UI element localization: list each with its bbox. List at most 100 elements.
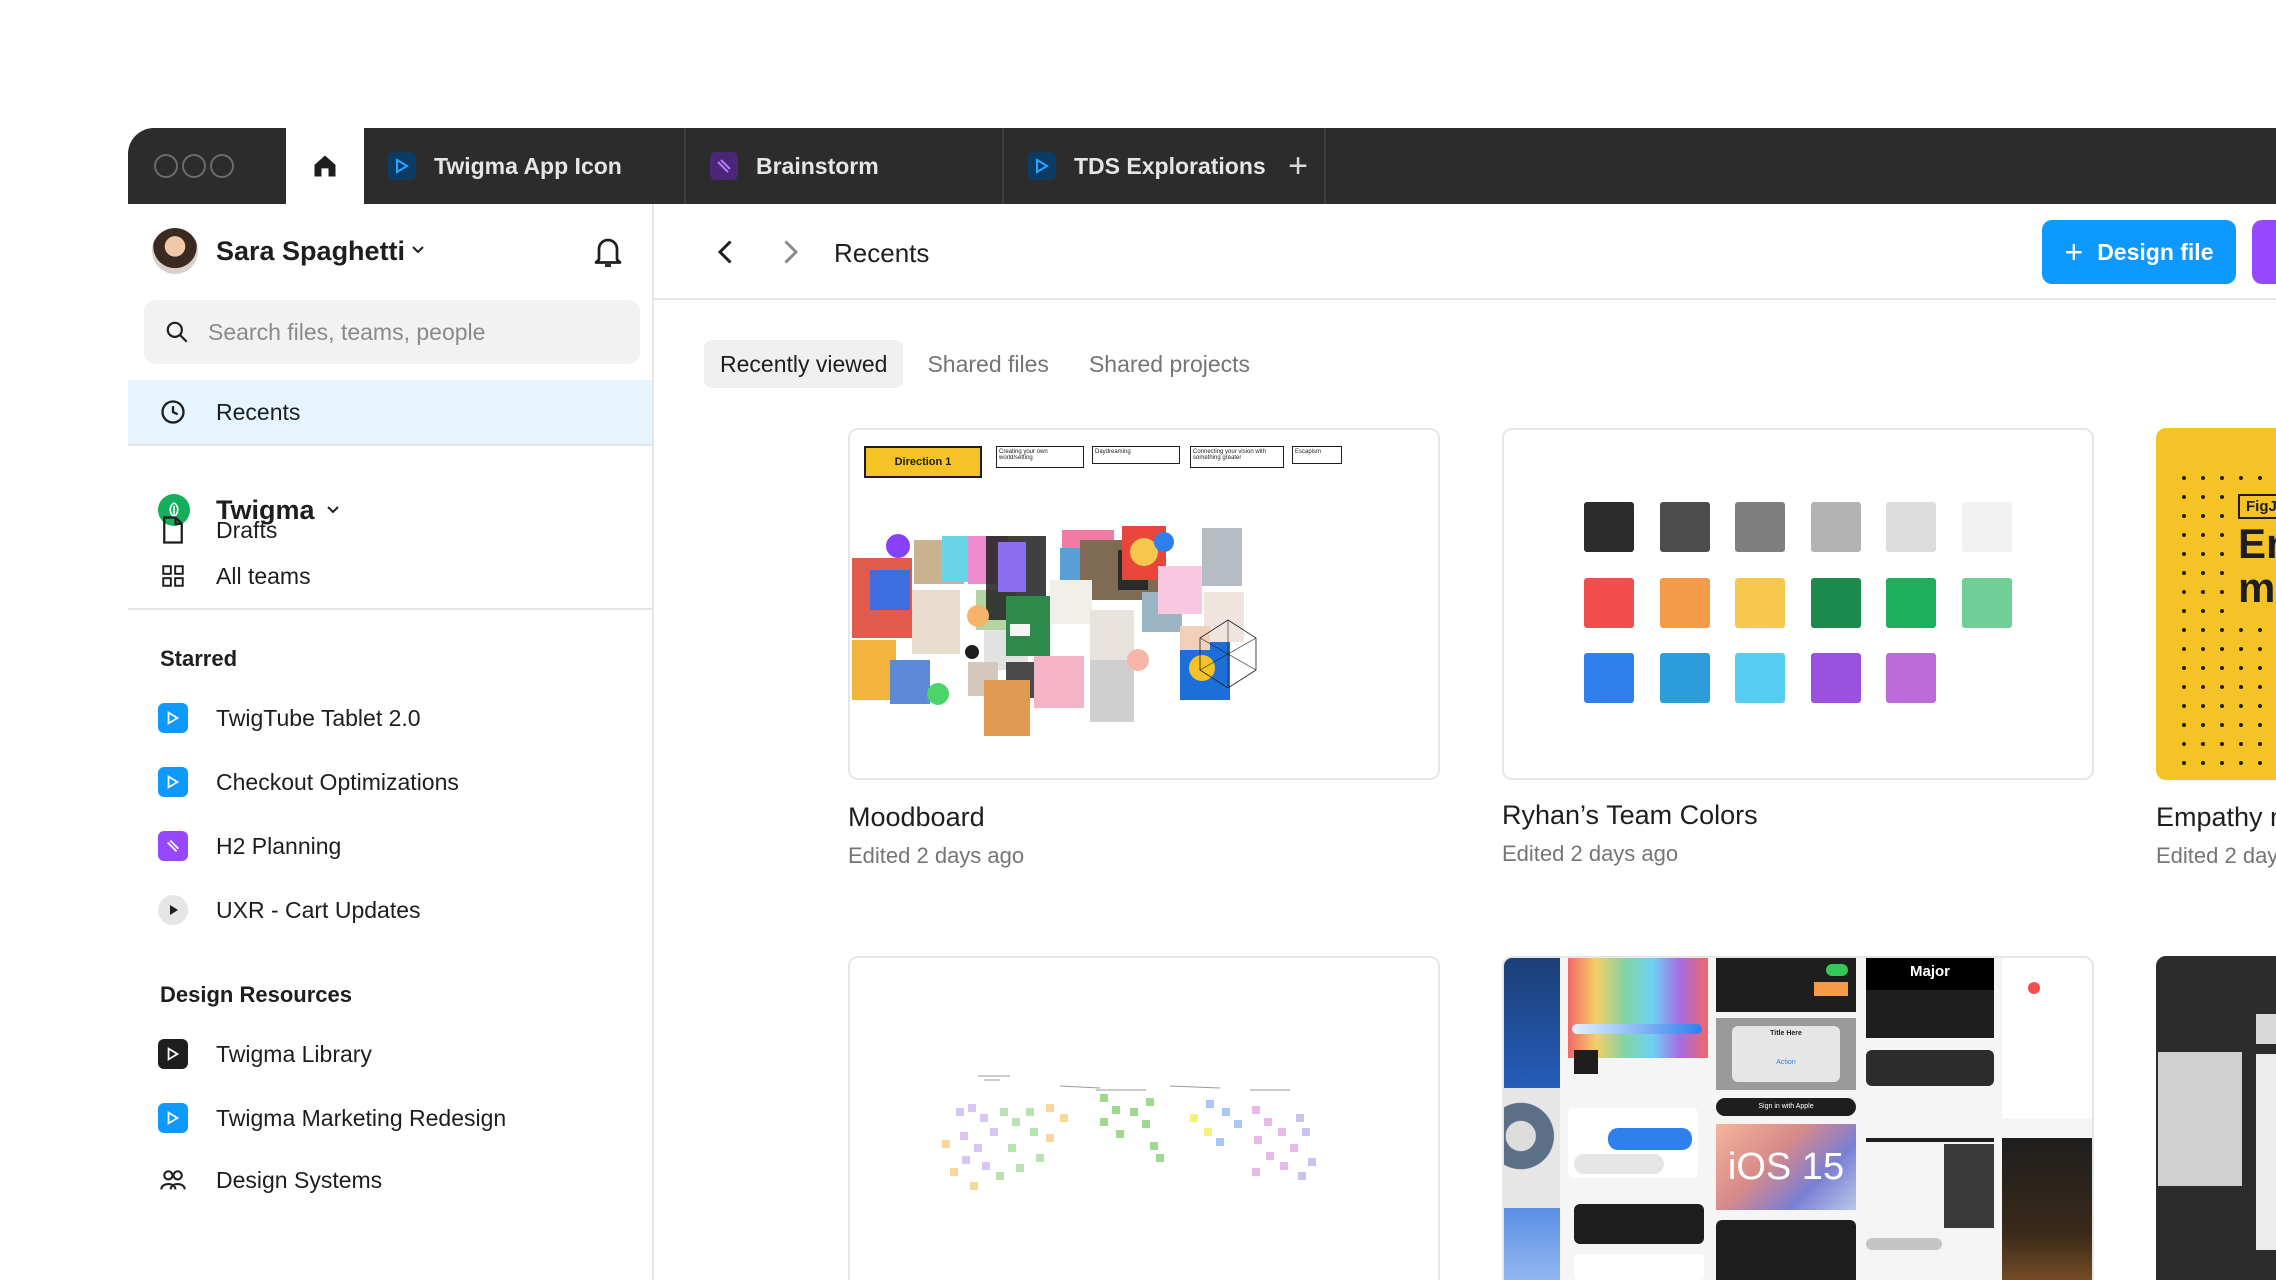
color-swatch <box>1659 502 1710 552</box>
design-resources-heading: Design Resources <box>160 982 352 1007</box>
window-minimize-button[interactable] <box>182 154 206 178</box>
file-card-wireframes[interactable] <box>2156 956 2276 1280</box>
grid-dot <box>2182 533 2186 537</box>
headline-card: Major developments. <box>1866 958 1994 990</box>
color-swatch <box>1735 502 1785 552</box>
file-card-empathy-map[interactable]: FigJam Empathy map Empathy map Edited 2 … <box>2156 428 2276 869</box>
grid-dot <box>2201 723 2205 727</box>
grid-dot <box>2220 666 2224 670</box>
file-title: Moodboard <box>848 802 985 832</box>
wireframe-frame <box>2158 1052 2242 1186</box>
chevron-down-icon[interactable] <box>408 240 428 260</box>
home-icon <box>314 155 336 177</box>
grid-dot <box>2201 609 2205 613</box>
starred-item-checkout-optimizations[interactable]: Checkout Optimizations <box>128 750 652 814</box>
message-bubble <box>1574 1154 1664 1174</box>
tab-shared-projects[interactable]: Shared projects <box>1073 340 1266 388</box>
sidebar-item-label: Recents <box>216 398 301 425</box>
grid-dot <box>2182 476 2186 480</box>
tab-brainstorm[interactable]: Brainstorm <box>686 128 1004 204</box>
alert-backdrop: Title Here Action <box>1716 1018 1856 1090</box>
file-card-team-colors[interactable]: Ryhan’s Team Colors Edited 2 days ago <box>1502 428 2094 867</box>
resource-item-design-systems[interactable]: Design Systems <box>128 1148 652 1212</box>
grid-dot <box>2239 761 2243 765</box>
color-swatch <box>1810 502 1861 552</box>
sidebar-item-all-teams[interactable]: All teams <box>128 544 652 608</box>
file-thumbnail <box>1502 428 2094 780</box>
phone-image <box>1504 1088 1560 1208</box>
back-arrow-icon[interactable] <box>708 234 744 270</box>
forward-arrow-icon[interactable] <box>772 234 808 270</box>
file-card-ios-kit[interactable]: Title Here Action Sign in with Apple iOS… <box>1502 956 2094 1280</box>
new-tab-button[interactable]: + <box>1278 146 1318 186</box>
edit-menu <box>1574 1204 1704 1244</box>
grid-dot <box>2258 628 2262 632</box>
grid-dot <box>2220 723 2224 727</box>
grid-dot <box>2201 647 2205 651</box>
design-file-icon <box>158 767 188 797</box>
sign-in-with-apple-button: Sign in with Apple <box>1716 1098 1856 1116</box>
design-file-icon <box>158 1103 188 1133</box>
grid-dot <box>2220 533 2224 537</box>
tab-home[interactable] <box>286 128 364 204</box>
starred-item-uxr-cart-updates[interactable]: UXR - Cart Updates <box>128 878 652 942</box>
search-bar[interactable] <box>144 300 640 364</box>
media-controls <box>1866 1050 1994 1086</box>
grid-dot <box>2201 590 2205 594</box>
resource-item-twigma-marketing-redesign[interactable]: Twigma Marketing Redesign <box>128 1086 652 1150</box>
grid-dot <box>2220 628 2224 632</box>
grid-dot <box>2182 609 2186 613</box>
bell-icon[interactable] <box>590 234 626 270</box>
clock-icon <box>158 397 188 427</box>
opacity-slider <box>1572 1024 1702 1034</box>
grid-dot <box>2182 704 2186 708</box>
tab-label: Brainstorm <box>756 152 879 179</box>
window-close-button[interactable] <box>154 154 178 178</box>
new-figjam-file-button[interactable] <box>2252 220 2276 284</box>
grid-dot <box>2182 761 2186 765</box>
starred-item-twigtube-tablet[interactable]: TwigTube Tablet 2.0 <box>128 686 652 750</box>
grid-dot <box>2182 647 2186 651</box>
menu-list <box>1944 1144 1994 1228</box>
library-file-icon <box>158 1039 188 1069</box>
resource-item-twigma-library[interactable]: Twigma Library <box>128 1022 652 1086</box>
grid-dot <box>2258 476 2262 480</box>
file-card-moodboard[interactable]: Direction 1 Creating your own world/sett… <box>848 428 1440 869</box>
starred-heading: Starred <box>160 646 238 671</box>
search-input[interactable] <box>208 318 608 346</box>
file-thumbnail: Direction 1 Creating your own world/sett… <box>848 428 1440 780</box>
grid-dot <box>2201 495 2205 499</box>
new-design-file-button[interactable]: + Design file <box>2042 220 2236 284</box>
resource-item-label: Twigma Marketing Redesign <box>216 1104 507 1131</box>
avatar[interactable] <box>152 228 198 274</box>
home-indicator <box>1866 1138 1994 1142</box>
figjam-file-icon <box>710 152 738 180</box>
file-card-sticky-board[interactable] <box>848 956 1440 1280</box>
tab-recently-viewed[interactable]: Recently viewed <box>704 340 904 388</box>
grid-dot <box>2220 571 2224 575</box>
design-file-icon <box>158 703 188 733</box>
ios15-banner: iOS 15 <box>1716 1124 1856 1210</box>
grid-dot <box>2201 685 2205 689</box>
tab-shared-files[interactable]: Shared files <box>911 340 1064 388</box>
window-maximize-button[interactable] <box>210 154 234 178</box>
message-bubble <box>1608 1128 1692 1150</box>
grid-dot <box>2239 723 2243 727</box>
user-name[interactable]: Sara Spaghetti <box>216 236 405 267</box>
starred-item-h2-planning[interactable]: H2 Planning <box>128 814 652 878</box>
color-swatch <box>1659 577 1710 628</box>
grid-dot <box>2258 723 2262 727</box>
grid-dot <box>2239 666 2243 670</box>
sidebar: Sara Spaghetti Recents Twigma Drafts All… <box>128 204 654 1280</box>
grid-dot <box>2239 647 2243 651</box>
plus-icon: + <box>2064 233 2084 270</box>
tab-twigma-app-icon[interactable]: Twigma App Icon <box>364 128 686 204</box>
grid-dot <box>2182 685 2186 689</box>
share-sheet <box>1716 1220 1856 1280</box>
sidebar-item-recents[interactable]: Recents <box>128 380 652 444</box>
main-content: Recents + Design file Recently viewed Sh… <box>654 204 2276 1280</box>
figjam-file-icon <box>158 831 188 861</box>
empathy-title: Empathy map <box>2238 522 2276 610</box>
design-file-icon <box>388 152 416 180</box>
team-icon <box>158 1165 188 1195</box>
